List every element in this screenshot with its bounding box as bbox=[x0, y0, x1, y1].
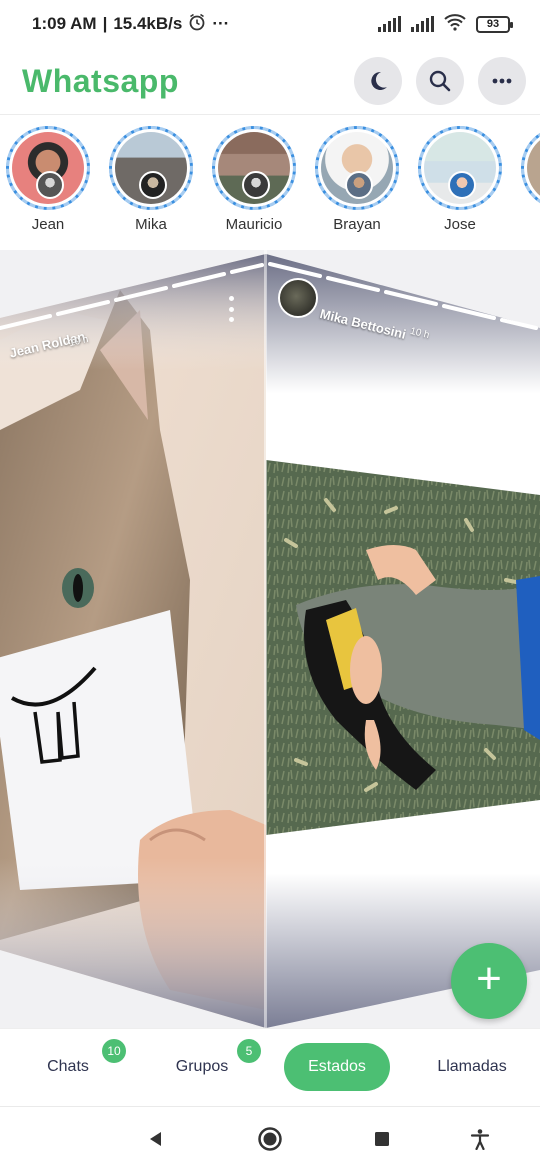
story-mauricio[interactable]: Mauricio bbox=[209, 126, 299, 233]
more-icon bbox=[492, 78, 512, 84]
home-button[interactable] bbox=[256, 1125, 284, 1153]
mini-avatar bbox=[448, 171, 476, 199]
story-ring bbox=[109, 126, 193, 210]
status-viewer[interactable]: Jean Roldan 10 h Mika Bettosini 10 h bbox=[0, 250, 540, 1028]
dark-mode-button[interactable] bbox=[354, 57, 402, 105]
moon-icon bbox=[371, 71, 387, 90]
status-image-cat bbox=[0, 254, 266, 1028]
chats-badge: 10 bbox=[102, 1039, 126, 1063]
signal-icon bbox=[378, 16, 401, 32]
battery-icon: 93 bbox=[476, 15, 513, 33]
app-screen: 1:09 AM | 15.4kB/s ··· 93 Whatsapp Jean … bbox=[0, 0, 540, 1170]
story-jose[interactable]: Jose bbox=[415, 126, 505, 233]
tab-estados[interactable]: Estados bbox=[284, 1043, 390, 1091]
story-name: Mika bbox=[135, 216, 167, 233]
search-button[interactable] bbox=[416, 57, 464, 105]
clock: 1:09 AM bbox=[32, 14, 97, 33]
mini-avatar bbox=[36, 171, 64, 199]
story-name: Jose bbox=[444, 216, 476, 233]
alarm-icon bbox=[188, 13, 206, 36]
more-notifications-icon: ··· bbox=[212, 14, 230, 33]
stories-row[interactable]: Jean Mika Mauricio Brayan Jose bbox=[0, 126, 540, 238]
tab-chats[interactable]: Chats bbox=[22, 1043, 114, 1091]
tab-llamadas[interactable]: Llamadas bbox=[424, 1043, 520, 1091]
app-header: Whatsapp bbox=[0, 48, 540, 114]
accessibility-icon bbox=[470, 1129, 490, 1150]
tab-label: Estados bbox=[308, 1058, 366, 1075]
tab-label: Chats bbox=[47, 1058, 89, 1075]
recents-icon bbox=[375, 1132, 389, 1146]
mini-avatar bbox=[345, 171, 373, 199]
system-nav-bar bbox=[0, 1106, 540, 1170]
story-ring bbox=[418, 126, 502, 210]
add-status-button[interactable]: + bbox=[451, 943, 527, 1019]
accessibility-button[interactable] bbox=[466, 1125, 494, 1153]
status-progress-bars bbox=[268, 262, 538, 330]
grupos-badge: 5 bbox=[237, 1039, 261, 1063]
status-card-right[interactable]: Mika Bettosini 10 h bbox=[266, 250, 540, 1028]
status-bar: 1:09 AM | 15.4kB/s ··· 93 bbox=[0, 0, 540, 48]
tab-grupos[interactable]: Grupos bbox=[158, 1043, 246, 1091]
status-image-grass bbox=[266, 254, 540, 1028]
avatar bbox=[527, 132, 540, 204]
cube-edge bbox=[264, 250, 267, 1028]
bottom-tab-bar: Chats 10 Grupos 5 Estados Llamadas bbox=[0, 1028, 540, 1106]
search-icon bbox=[429, 70, 451, 92]
tab-label: Grupos bbox=[175, 1058, 229, 1075]
story-jean[interactable]: Jean bbox=[3, 126, 93, 233]
more-options-button[interactable] bbox=[478, 57, 526, 105]
header-divider bbox=[0, 114, 540, 115]
app-title: Whatsapp bbox=[22, 62, 179, 99]
story-name: Brayan bbox=[333, 216, 381, 233]
story-mika[interactable]: Mika bbox=[106, 126, 196, 233]
home-icon bbox=[258, 1127, 282, 1151]
story-ring bbox=[315, 126, 399, 210]
back-icon bbox=[150, 1132, 161, 1146]
network-speed: 15.4kB/s bbox=[113, 14, 183, 33]
story-name: Jean bbox=[31, 216, 65, 233]
story-ring bbox=[212, 126, 296, 210]
wifi-icon bbox=[444, 13, 466, 36]
recents-button[interactable] bbox=[368, 1125, 396, 1153]
story-partial[interactable] bbox=[518, 126, 540, 210]
status-separator: | bbox=[102, 14, 108, 33]
status-card-left[interactable]: Jean Roldan 10 h bbox=[0, 250, 266, 1028]
story-ring bbox=[521, 126, 540, 210]
story-brayan[interactable]: Brayan bbox=[312, 126, 402, 233]
plus-icon: + bbox=[476, 954, 502, 1003]
story-ring bbox=[6, 126, 90, 210]
story-name: Mauricio bbox=[225, 216, 283, 233]
back-button[interactable] bbox=[142, 1125, 170, 1153]
mini-avatar bbox=[139, 171, 167, 199]
mini-avatar bbox=[242, 171, 270, 199]
status-menu-icon[interactable] bbox=[226, 296, 236, 322]
signal-icon bbox=[411, 16, 434, 32]
tab-label: Llamadas bbox=[437, 1058, 507, 1075]
